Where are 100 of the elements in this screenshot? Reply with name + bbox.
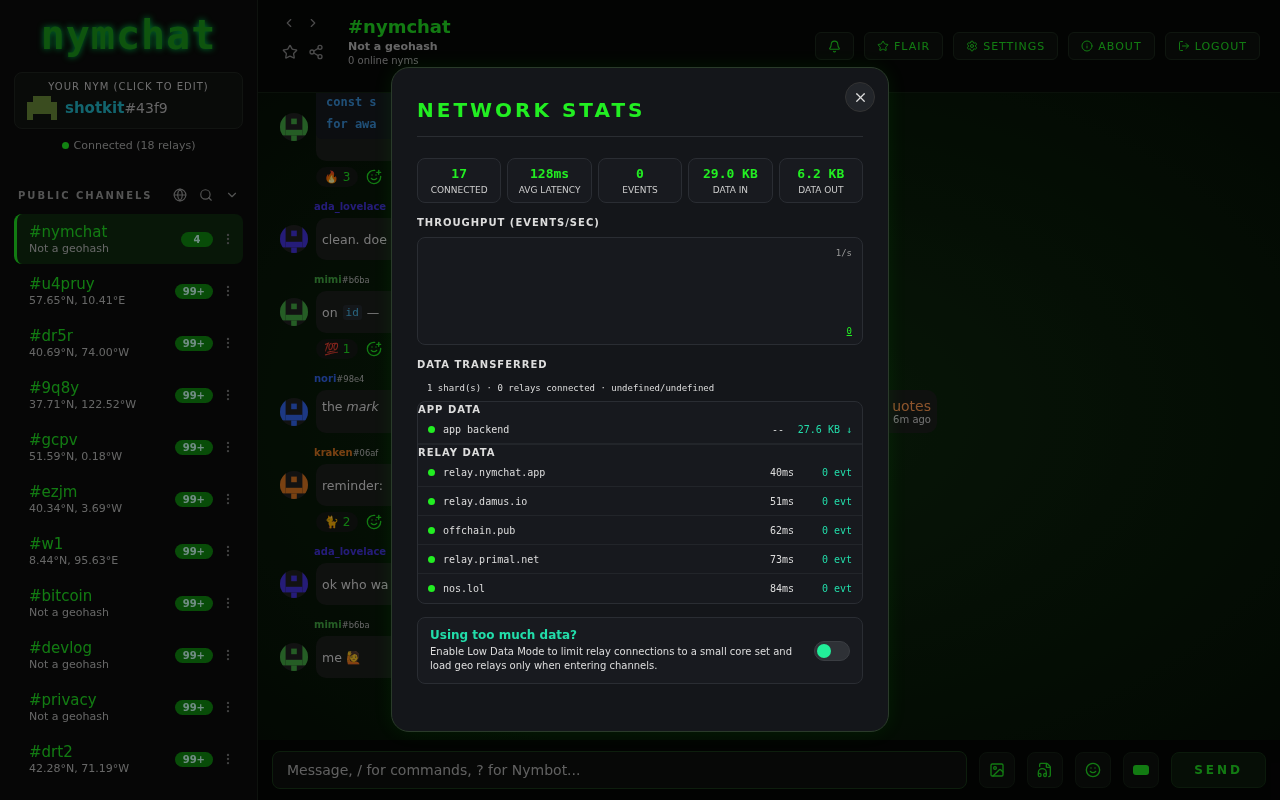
latency-value: 84ms bbox=[769, 583, 794, 594]
star-icon[interactable] bbox=[282, 44, 298, 60]
file-icon bbox=[1037, 762, 1054, 778]
low-data-toggle[interactable] bbox=[814, 640, 850, 661]
unread-count: 99+ bbox=[174, 699, 213, 715]
channel-item[interactable]: #nymchat Not a geohash 4 bbox=[14, 214, 243, 264]
message-author: ada_lovelace bbox=[314, 546, 387, 557]
table-group-title: RELAY DATA bbox=[418, 444, 862, 458]
channel-item[interactable]: #ezjm 40.34°N, 3.69°W 99+ bbox=[14, 474, 243, 524]
message-time: 6m ago bbox=[893, 414, 931, 425]
channel-item[interactable]: #gcpv 51.59°N, 0.18°W 99+ bbox=[14, 422, 243, 472]
relay-name: relay.nymchat.app bbox=[443, 466, 547, 478]
channel-title: #nymchat bbox=[348, 16, 452, 38]
channel-location: 51.59°N, 0.18°W bbox=[29, 450, 124, 463]
message-input[interactable]: Message, / for commands, ? for Nymbot... bbox=[272, 751, 968, 789]
message-author: mimi#b6ba bbox=[314, 274, 370, 285]
add-reaction-icon[interactable] bbox=[366, 341, 383, 357]
channel-name: #w1 bbox=[29, 535, 65, 553]
channel-item[interactable]: #w1 8.44°N, 95.63°E 99+ bbox=[14, 526, 243, 576]
app-logo: nymchat bbox=[39, 12, 218, 58]
section-title: THROUGHPUT (EVENTS/SEC) bbox=[417, 217, 601, 228]
stat-value: 6.2 KB bbox=[797, 166, 845, 181]
channel-location: 42.28°N, 71.19°W bbox=[29, 762, 131, 775]
connection-status: Connected (18 relays) bbox=[73, 139, 196, 152]
message-text: the mark bbox=[322, 398, 379, 414]
avatar-icon bbox=[280, 471, 308, 499]
relay-name: relay.primal.net bbox=[443, 553, 541, 565]
header-button[interactable]: SETTINGS bbox=[953, 32, 1059, 60]
axis-label: 1/s bbox=[835, 248, 852, 258]
header-button[interactable]: LOGOUT bbox=[1164, 32, 1260, 60]
channel-item[interactable]: #drt2 42.28°N, 71.19°W 99+ bbox=[14, 734, 243, 784]
message-text: on bbox=[322, 304, 338, 320]
unread-count: 99+ bbox=[174, 387, 213, 403]
transfer-summary: 1 shard(s) · 0 relays connected · undefined/undefined bbox=[427, 383, 716, 393]
notifications-button[interactable] bbox=[815, 32, 855, 60]
message-text: reminder: bbox=[322, 477, 383, 493]
share-icon[interactable] bbox=[308, 44, 324, 60]
unread-count: 99+ bbox=[174, 595, 213, 611]
reaction-chip[interactable]: 💯 1 bbox=[316, 339, 359, 359]
send-button[interactable]: SEND bbox=[1171, 752, 1266, 788]
latency-value: 40ms bbox=[769, 466, 794, 478]
avatar-icon bbox=[280, 298, 308, 326]
section-title: PUBLIC CHANNELS bbox=[18, 189, 154, 201]
channel-name: #drt2 bbox=[29, 743, 74, 761]
avatar-icon bbox=[280, 570, 308, 598]
channel-item[interactable]: #u4pruy 57.65°N, 10.41°E 99+ bbox=[14, 266, 243, 316]
relay-name: app backend bbox=[443, 423, 511, 435]
channel-item[interactable]: #dr5r 40.69°N, 74.00°W 99+ bbox=[14, 318, 243, 368]
unread-count: 4 bbox=[181, 231, 213, 247]
channel-name: #devlog bbox=[29, 639, 94, 657]
reaction-chip[interactable]: 🐈 2 bbox=[316, 512, 359, 532]
message-text: me 🙋 bbox=[322, 649, 362, 665]
avatar-icon bbox=[280, 397, 308, 426]
unread-count: 99+ bbox=[174, 647, 213, 663]
header-button[interactable]: FLAIR bbox=[864, 32, 944, 60]
channel-location: Not a geohash bbox=[29, 710, 110, 723]
unread-count: 99+ bbox=[174, 439, 213, 455]
attach-button[interactable] bbox=[1075, 752, 1112, 788]
unread-count: 99+ bbox=[174, 335, 213, 351]
globe-icon[interactable] bbox=[173, 188, 187, 202]
channel-item[interactable]: #devlog Not a geohash 99+ bbox=[14, 630, 243, 680]
search-icon[interactable] bbox=[199, 188, 213, 202]
header-button[interactable]: ABOUT bbox=[1068, 32, 1155, 60]
relay-name: nos.lol bbox=[443, 583, 487, 594]
table-group-title: APP DATA bbox=[418, 403, 482, 415]
reaction-chip[interactable]: 🔥 3 bbox=[316, 167, 359, 187]
channel-name: #ezjm bbox=[29, 483, 79, 501]
message-author: kraken#06af bbox=[314, 447, 379, 458]
channel-name: #nymchat bbox=[29, 223, 109, 241]
avatar-icon bbox=[27, 96, 57, 120]
info-icon bbox=[1081, 40, 1094, 52]
stat-label: CONNECTED bbox=[430, 185, 488, 195]
attach-button[interactable] bbox=[1123, 752, 1160, 788]
image-icon bbox=[989, 762, 1006, 778]
stat-label: EVENTS bbox=[622, 185, 658, 195]
section-title: DATA TRANSFERRED bbox=[417, 359, 549, 370]
channel-item[interactable]: #9q8y 37.71°N, 122.52°W 99+ bbox=[14, 370, 243, 420]
channel-location: 37.71°N, 122.52°W bbox=[29, 398, 138, 411]
channel-item[interactable]: #privacy Not a geohash 99+ bbox=[14, 682, 243, 732]
channel-item[interactable]: #bitcoin Not a geohash 99+ bbox=[14, 578, 243, 628]
channel-name: #bitcoin bbox=[29, 587, 94, 605]
message-author: mimi#b6ba bbox=[314, 619, 370, 630]
star-icon bbox=[877, 40, 890, 52]
add-reaction-icon[interactable] bbox=[366, 514, 383, 530]
bell-icon bbox=[828, 39, 842, 53]
close-button[interactable] bbox=[845, 82, 875, 112]
unread-count: 99+ bbox=[174, 543, 213, 559]
stat-value: 29.0 KB bbox=[703, 166, 758, 181]
channel-name: #privacy bbox=[29, 691, 98, 709]
stat-value: 0 bbox=[636, 166, 644, 181]
attach-button[interactable] bbox=[979, 752, 1016, 788]
gear-icon bbox=[966, 40, 979, 52]
latency-value: 62ms bbox=[769, 524, 794, 536]
attach-button[interactable] bbox=[1027, 752, 1064, 788]
nym-card[interactable]: YOUR NYM (CLICK TO EDIT) shotkit#43f9 bbox=[14, 72, 243, 129]
inline-code: id bbox=[342, 304, 362, 320]
channel-location: Not a geohash bbox=[29, 242, 110, 255]
stat-label: AVG LATENCY bbox=[518, 185, 581, 195]
card-title: Using too much data? bbox=[430, 628, 579, 642]
add-reaction-icon[interactable] bbox=[366, 169, 383, 185]
